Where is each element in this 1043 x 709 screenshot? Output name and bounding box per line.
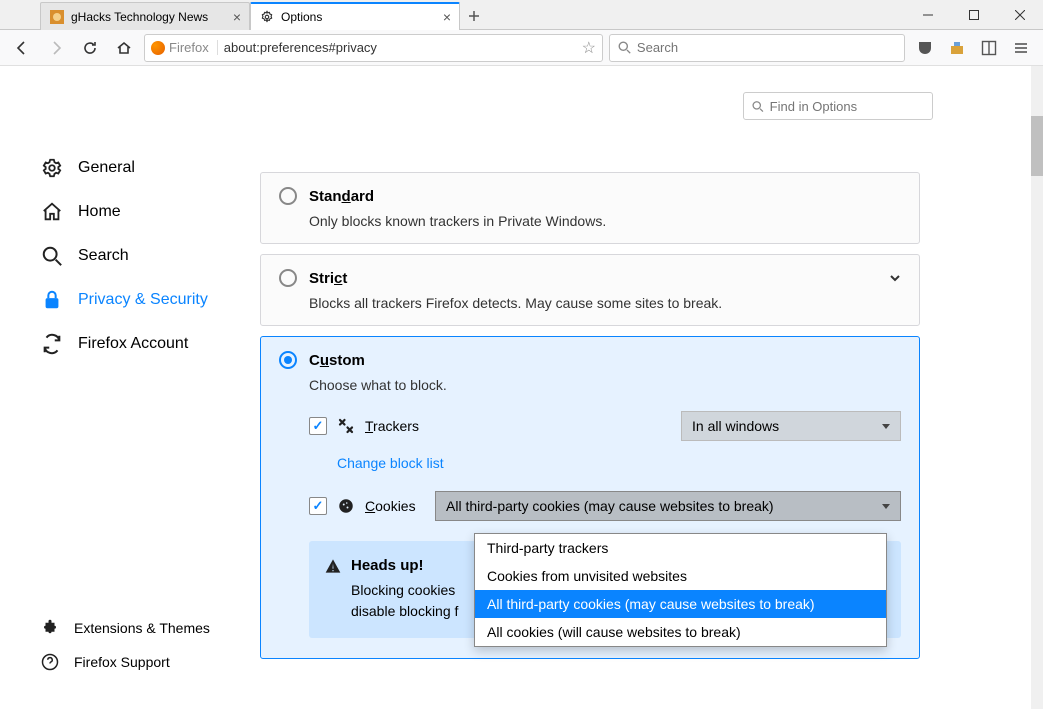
cookies-label: Cookies xyxy=(365,498,425,514)
radio-custom[interactable] xyxy=(279,351,297,369)
dropdown-option[interactable]: All cookies (will cause websites to brea… xyxy=(475,618,886,646)
content-area: General Home Search Privacy & Security F… xyxy=(0,66,1043,709)
nav-label: Extensions & Themes xyxy=(74,620,210,636)
caret-down-icon xyxy=(882,424,890,429)
checkbox-trackers[interactable] xyxy=(309,417,327,435)
titlebar: gHacks Technology News × Options × xyxy=(0,0,1043,30)
reload-button[interactable] xyxy=(76,34,104,62)
trackers-row: Trackers In all windows xyxy=(309,411,901,441)
tab-strip: gHacks Technology News × Options × xyxy=(0,0,905,30)
panel-desc: Only blocks known trackers in Private Wi… xyxy=(309,213,901,229)
search-icon xyxy=(752,100,764,113)
forward-button[interactable] xyxy=(42,34,70,62)
gear-icon xyxy=(259,9,275,25)
warning-icon xyxy=(325,558,341,574)
nav-firefox-account[interactable]: Firefox Account xyxy=(40,322,260,366)
panel-strict[interactable]: Strict Blocks all trackers Firefox detec… xyxy=(260,254,920,326)
ublock-icon[interactable] xyxy=(911,34,939,62)
lock-icon xyxy=(40,288,64,312)
cookies-dropdown[interactable]: All third-party cookies (may cause websi… xyxy=(435,491,901,521)
identity-label: Firefox xyxy=(169,40,209,55)
sync-icon xyxy=(40,332,64,356)
chevron-down-icon[interactable] xyxy=(889,272,901,284)
close-icon[interactable]: × xyxy=(233,9,241,25)
nav-extensions-themes[interactable]: Extensions & Themes xyxy=(40,611,260,645)
nav-privacy-security[interactable]: Privacy & Security xyxy=(40,278,260,322)
panel-desc: Blocks all trackers Firefox detects. May… xyxy=(309,295,901,311)
dropdown-option[interactable]: Cookies from unvisited websites xyxy=(475,562,886,590)
radio-standard[interactable] xyxy=(279,187,297,205)
url-text: about:preferences#privacy xyxy=(224,40,576,55)
nav-search[interactable]: Search xyxy=(40,234,260,278)
tab-label: Options xyxy=(281,10,437,24)
help-icon xyxy=(40,652,60,672)
library-icon[interactable] xyxy=(975,34,1003,62)
preferences-sidebar: General Home Search Privacy & Security F… xyxy=(0,66,260,709)
nav-toolbar: Firefox about:preferences#privacy ☆ xyxy=(0,30,1043,66)
ghacks-favicon xyxy=(49,9,65,25)
trackers-label: Trackers xyxy=(365,418,475,434)
nav-label: Home xyxy=(78,203,121,221)
caret-down-icon xyxy=(882,504,890,509)
tab-label: gHacks Technology News xyxy=(71,10,227,24)
minimize-button[interactable] xyxy=(905,0,951,30)
maximize-button[interactable] xyxy=(951,0,997,30)
cookies-dropdown-menu: Third-party trackers Cookies from unvisi… xyxy=(474,533,887,647)
cookies-icon xyxy=(337,497,355,515)
checkbox-cookies[interactable] xyxy=(309,497,327,515)
dropdown-value: All third-party cookies (may cause websi… xyxy=(446,498,774,514)
radio-strict[interactable] xyxy=(279,269,297,287)
panel-standard[interactable]: Standard Only blocks known trackers in P… xyxy=(260,172,920,244)
dropdown-option[interactable]: Third-party trackers xyxy=(475,534,886,562)
close-window-button[interactable] xyxy=(997,0,1043,30)
dropdown-option[interactable]: All third-party cookies (may cause websi… xyxy=(475,590,886,618)
new-tab-button[interactable] xyxy=(460,2,488,30)
back-button[interactable] xyxy=(8,34,36,62)
find-input[interactable] xyxy=(770,99,924,114)
cookies-row: Cookies All third-party cookies (may cau… xyxy=(309,491,901,521)
identity-box[interactable]: Firefox xyxy=(151,40,218,55)
trackers-icon xyxy=(337,417,355,435)
bookmark-star-icon[interactable]: ☆ xyxy=(582,38,596,58)
find-in-options[interactable] xyxy=(743,92,933,120)
nav-label: Firefox Account xyxy=(78,335,188,353)
preferences-main: Standard Only blocks known trackers in P… xyxy=(260,66,1043,709)
tab-options[interactable]: Options × xyxy=(250,2,460,30)
panel-title: Custom xyxy=(309,352,365,369)
panel-custom: Custom Choose what to block. Trackers In… xyxy=(260,336,920,659)
menu-button[interactable] xyxy=(1007,34,1035,62)
nav-label: General xyxy=(78,159,135,177)
search-bar[interactable] xyxy=(609,34,905,62)
nav-firefox-support[interactable]: Firefox Support xyxy=(40,645,260,679)
nav-label: Privacy & Security xyxy=(78,291,208,309)
puzzle-icon xyxy=(40,618,60,638)
panel-title: Standard xyxy=(309,188,374,205)
nav-label: Search xyxy=(78,247,129,265)
nav-label: Firefox Support xyxy=(74,654,170,670)
change-block-list-link[interactable]: Change block list xyxy=(337,455,444,471)
address-bar[interactable]: Firefox about:preferences#privacy ☆ xyxy=(144,34,603,62)
tab-ghacks[interactable]: gHacks Technology News × xyxy=(40,2,250,30)
close-icon[interactable]: × xyxy=(443,9,451,25)
search-icon xyxy=(618,41,631,54)
search-icon xyxy=(40,244,64,268)
panel-desc: Choose what to block. xyxy=(309,377,901,393)
addon-icon[interactable] xyxy=(943,34,971,62)
panel-title: Strict xyxy=(309,270,347,287)
trackers-dropdown[interactable]: In all windows xyxy=(681,411,901,441)
search-input[interactable] xyxy=(637,40,896,55)
nav-general[interactable]: General xyxy=(40,146,260,190)
firefox-icon xyxy=(151,41,165,55)
dropdown-value: In all windows xyxy=(692,418,779,434)
nav-home[interactable]: Home xyxy=(40,190,260,234)
home-icon xyxy=(40,200,64,224)
warning-title: Heads up! xyxy=(351,557,424,574)
home-button[interactable] xyxy=(110,34,138,62)
window-controls xyxy=(905,0,1043,29)
gear-icon xyxy=(40,156,64,180)
